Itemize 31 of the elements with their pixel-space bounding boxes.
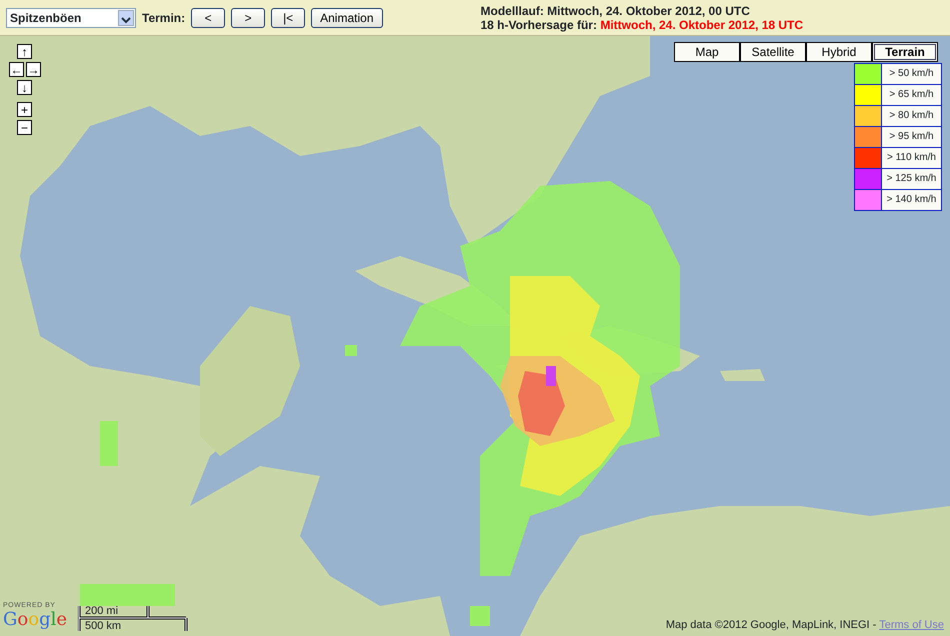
previous-button[interactable]: < [191, 8, 226, 28]
first-button[interactable]: |< [271, 8, 306, 28]
legend-label: > 110 km/h [882, 148, 941, 168]
left-arrow-button[interactable]: ← [9, 62, 24, 77]
legend-label: > 125 km/h [882, 169, 941, 189]
legend-label: > 95 km/h [882, 127, 941, 147]
legend-label: > 65 km/h [882, 85, 941, 105]
model-run-text: Modelllauf: Mittwoch, 24. Oktober 2012, 00 UTC [480, 4, 751, 18]
legend-label: > 140 km/h [882, 190, 941, 210]
zoom-out-button[interactable]: − [17, 120, 32, 135]
scale-label: 500 km [85, 620, 122, 632]
parameter-select[interactable]: Spitzenböen [6, 8, 136, 28]
scale-label: 200 mi [85, 605, 118, 617]
map-type-tab[interactable]: Hybrid [807, 43, 871, 61]
forecast-time: Mittwoch, 24. Oktober 2012, 18 UTC [600, 18, 804, 32]
right-arrow-button[interactable]: → [26, 62, 41, 77]
forecast-label: 18 h-Vorhersage für: [480, 18, 597, 32]
select-value: Spitzenböen [10, 10, 82, 26]
legend-label: > 50 km/h [882, 64, 941, 84]
google-logo: Google [3, 610, 68, 630]
attribution-text: Map data ©2012 Google, MapLink, INEGI - [666, 618, 876, 630]
map-type-tab[interactable]: Terrain [873, 43, 937, 61]
next-button[interactable]: > [231, 8, 266, 28]
down-arrow-button[interactable]: ↓ [17, 80, 32, 95]
map-type-tab[interactable]: Map [675, 43, 739, 61]
map-type-tab[interactable]: Satellite [741, 43, 805, 61]
animation-button[interactable]: Animation [311, 8, 382, 28]
termin-label: Termin: [142, 10, 186, 26]
legend-label: > 80 km/h [882, 106, 941, 126]
zoom-in-button[interactable]: + [17, 102, 32, 117]
up-arrow-button[interactable]: ↑ [17, 44, 32, 59]
